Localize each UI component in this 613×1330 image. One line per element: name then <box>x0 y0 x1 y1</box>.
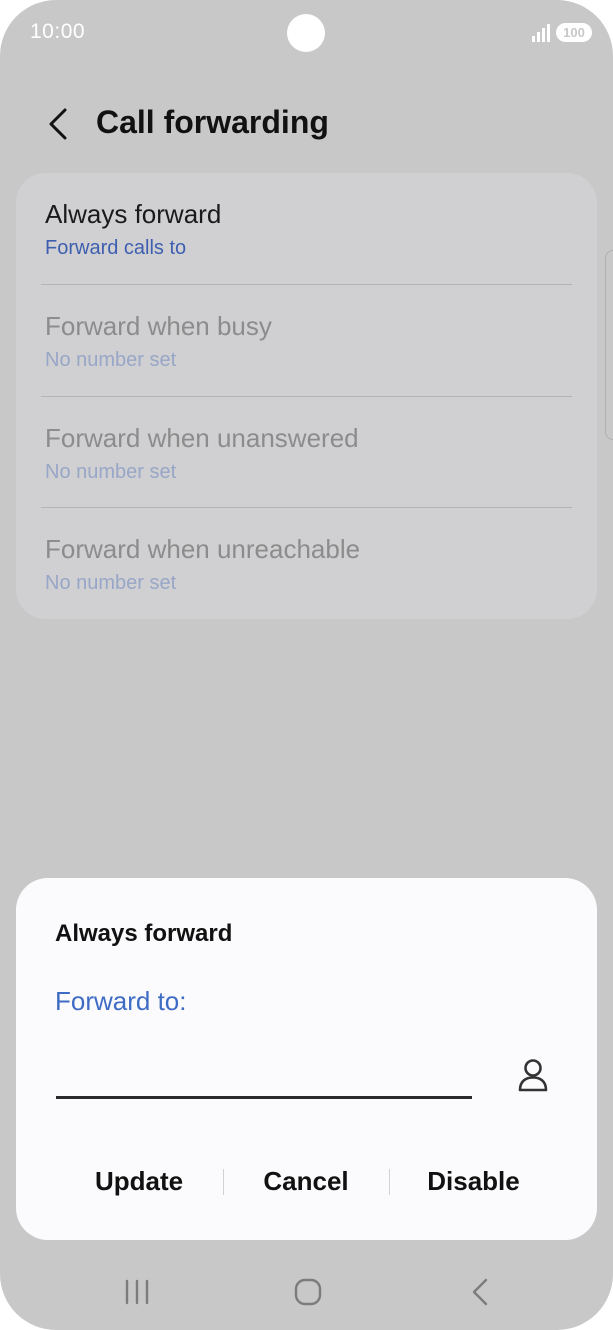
battery-icon: 100 <box>556 23 592 42</box>
recents-icon <box>125 1279 149 1305</box>
option-subtitle: No number set <box>45 461 177 483</box>
forward-to-label: Forward to: <box>55 986 187 1016</box>
option-always-forward[interactable]: Always forward Forward calls to <box>16 173 597 283</box>
option-forward-when-unanswered[interactable]: Forward when unanswered No number set <box>16 397 597 507</box>
home-icon <box>294 1278 322 1306</box>
chevron-left-icon <box>49 108 67 140</box>
back-icon <box>472 1278 488 1306</box>
option-subtitle: No number set <box>45 572 177 594</box>
cancel-button[interactable]: Cancel <box>224 1148 388 1214</box>
battery-level: 100 <box>563 25 585 40</box>
scroll-indicator[interactable] <box>605 250 613 440</box>
option-subtitle: No number set <box>45 349 177 371</box>
forwarding-options-list: Always forward Forward calls to Forward … <box>16 173 597 619</box>
signal-icon <box>532 24 550 42</box>
forward-number-input[interactable] <box>56 1048 472 1099</box>
home-button[interactable] <box>284 1270 332 1314</box>
option-forward-when-unreachable[interactable]: Forward when unreachable No number set <box>16 508 597 618</box>
option-forward-when-busy[interactable]: Forward when busy No number set <box>16 285 597 395</box>
status-time: 10:00 <box>30 20 86 43</box>
recents-button[interactable] <box>113 1270 161 1314</box>
dialog-actions: Update Cancel Disable <box>16 1148 597 1214</box>
page-title: Call forwarding <box>96 104 329 140</box>
update-button[interactable]: Update <box>56 1148 222 1214</box>
back-button[interactable] <box>36 102 80 146</box>
status-bar: 10:00 100 <box>0 0 613 66</box>
app-header: Call forwarding <box>0 96 613 152</box>
option-title: Forward when busy <box>45 311 272 341</box>
option-title: Forward when unanswered <box>45 423 359 453</box>
navigation-bar <box>0 1262 613 1322</box>
person-icon <box>518 1059 548 1092</box>
disable-button[interactable]: Disable <box>390 1148 557 1214</box>
system-back-button[interactable] <box>456 1270 504 1314</box>
camera-cutout <box>287 14 325 52</box>
forward-dialog: Always forward Forward to: Update Cancel… <box>16 878 597 1240</box>
phone-screen: 10:00 100 Call forwarding Always forward… <box>0 0 613 1330</box>
contact-picker-button[interactable] <box>510 1052 556 1098</box>
option-title: Forward when unreachable <box>45 534 361 564</box>
option-subtitle: Forward calls to <box>45 237 187 259</box>
dialog-title: Always forward <box>55 920 233 947</box>
option-title: Always forward <box>45 199 222 229</box>
